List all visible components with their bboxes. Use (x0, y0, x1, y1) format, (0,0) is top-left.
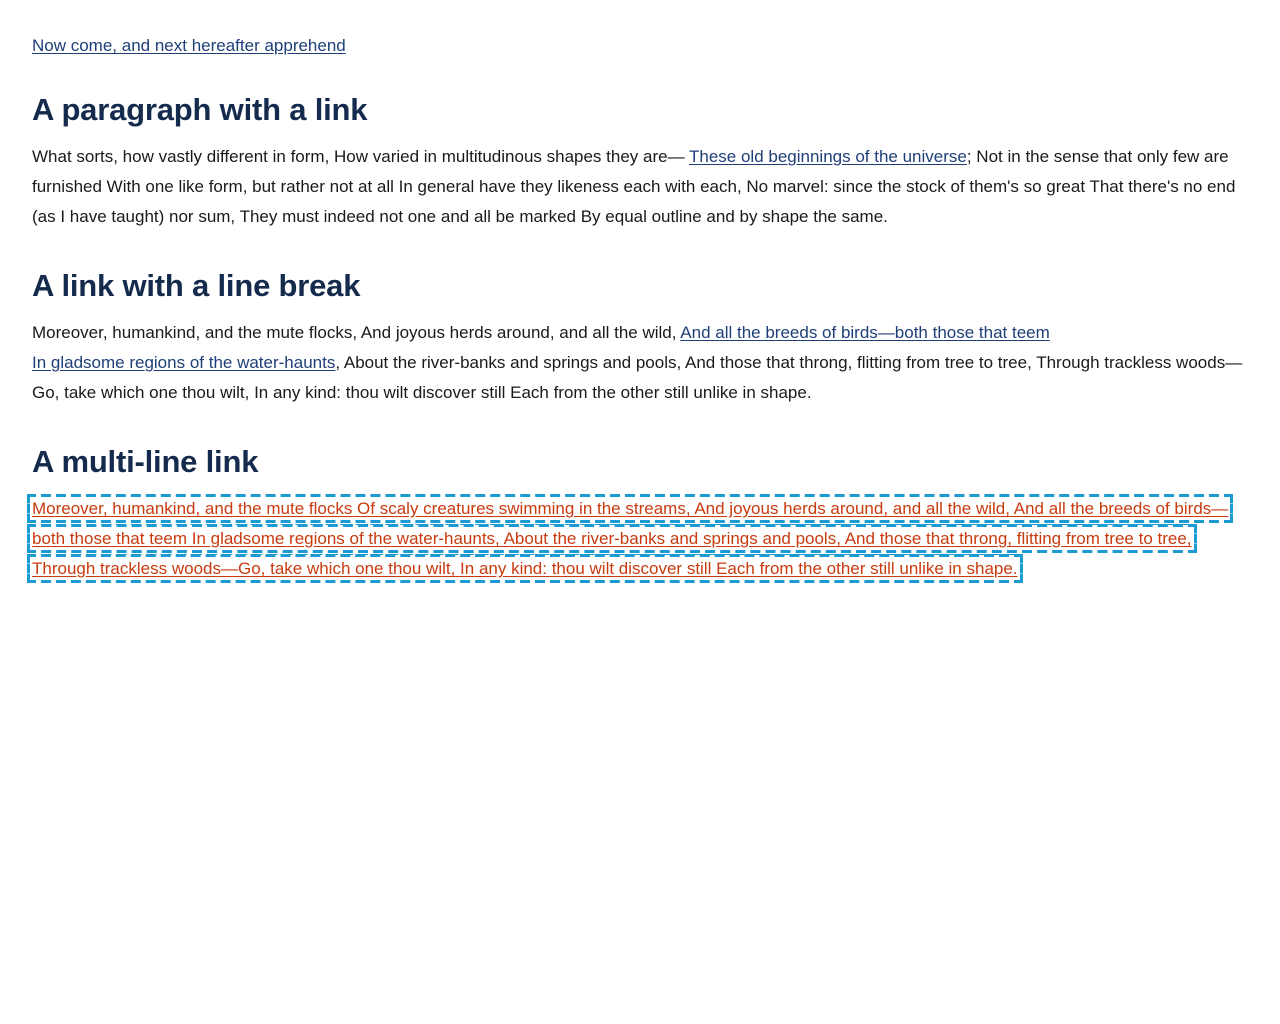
paragraph-with-link: What sorts, how vastly different in form… (32, 142, 1248, 232)
heading-link-line-break: A link with a line break (32, 268, 361, 303)
paragraph-multi-line-link: Moreover, humankind, and the mute flocks… (26, 494, 1248, 584)
paragraph-link-line-break: Moreover, humankind, and the mute flocks… (32, 318, 1248, 408)
section-link-line-break: A link with a line break Moreover, human… (32, 266, 1248, 408)
multi-line-link-focused[interactable]: Moreover, humankind, and the mute flocks… (26, 494, 1234, 583)
heading-multi-line-link: A multi-line link (32, 444, 259, 479)
page: Now come, and next hereafter apprehend A… (0, 0, 1280, 584)
top-link[interactable]: Now come, and next hereafter apprehend (32, 34, 346, 58)
birds-link-line1: And all the breeds of birds—both those t… (680, 323, 1050, 342)
heading-paragraph-with-link: A paragraph with a link (32, 92, 368, 127)
universe-link[interactable]: These old beginnings of the universe (689, 147, 967, 166)
section-paragraph-with-link: A paragraph with a link What sorts, how … (32, 90, 1248, 232)
birds-link-line2: In gladsome regions of the water-haunts (32, 353, 336, 372)
line-break-text-before: Moreover, humankind, and the mute flocks… (32, 323, 681, 342)
section-multi-line-link: A multi-line link Moreover, humankind, a… (26, 442, 1248, 584)
paragraph-text-before: What sorts, how vastly different in form… (32, 147, 689, 166)
